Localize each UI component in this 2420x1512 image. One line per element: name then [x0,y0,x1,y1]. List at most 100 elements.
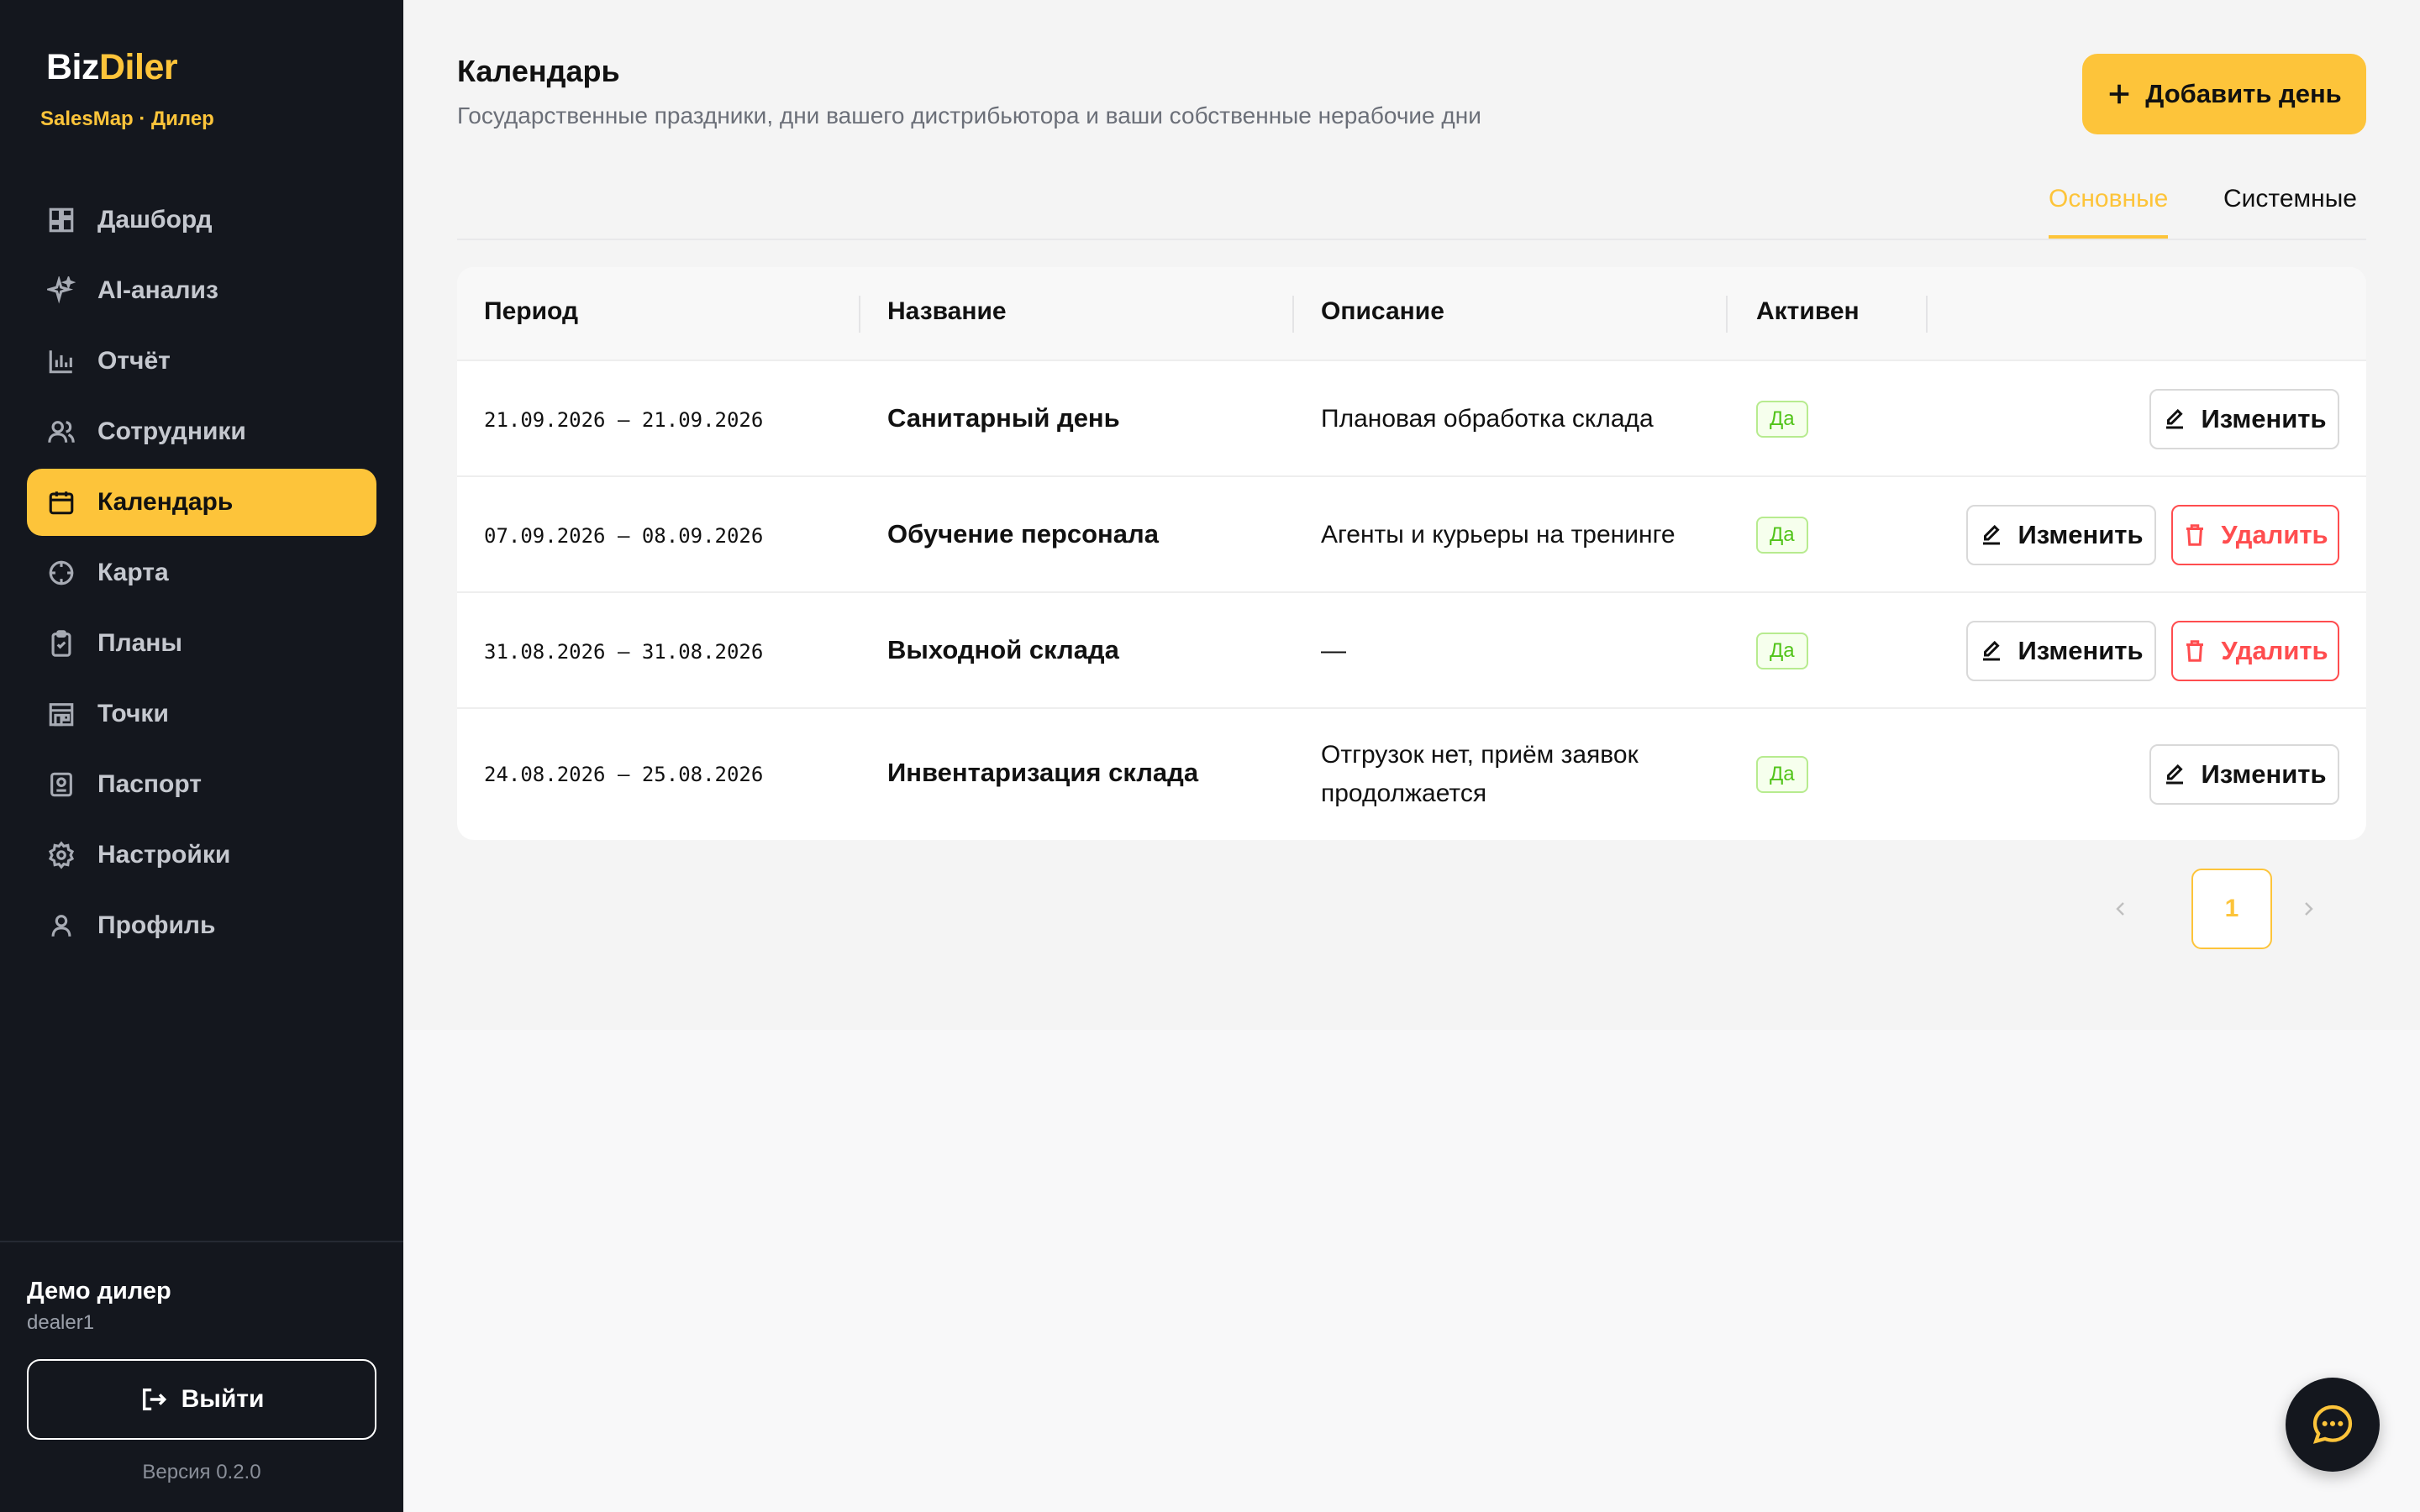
table-row: 07.09.2026 — 08.09.2026 Обучение персона… [457,477,2366,593]
pencil-icon [2166,408,2184,429]
column-header-description[interactable]: Описание [1321,297,1444,326]
trash-icon [2186,524,2204,546]
app-version: Версия 0.2.0 [142,1461,261,1483]
bar-chart-icon [47,347,76,375]
sidebar: BizDiler SalesMap · Дилер Дашборд AI-ана… [0,0,403,1512]
edit-button[interactable]: Изменить [2149,389,2339,449]
tab-main[interactable]: Основные [2049,185,2169,239]
user-name: Демо дилер [27,1278,171,1305]
trash-icon [2186,640,2204,662]
sidebar-footer: Демо дилер dealer1 Выйти Версия 0.2.0 [0,1241,403,1512]
sparkle-icon [47,276,76,305]
cell-name: Обучение персонала [887,519,1159,549]
column-divider [859,296,860,333]
status-badge: Да [1756,401,1808,438]
pencil-icon [1983,524,2001,545]
pagination-next-button[interactable] [2288,889,2328,929]
delete-button[interactable]: Удалить [2171,505,2339,565]
cell-description: — [1321,637,1346,664]
sidebar-item-settings[interactable]: Настройки [27,822,376,889]
delete-label: Удалить [2221,520,2328,549]
table-row: 24.08.2026 — 25.08.2026 Инвентаризация с… [457,709,2366,840]
pagination: 1 [2084,869,2366,949]
sidebar-item-label: Календарь [97,488,234,516]
sidebar-item-plans[interactable]: Планы [27,610,376,677]
add-day-button[interactable]: Добавить день [2082,54,2366,134]
edit-label: Изменить [2018,636,2144,665]
column-header-name[interactable]: Название [887,297,1007,326]
brand-logo[interactable]: BizDiler [46,47,178,88]
sidebar-item-label: Профиль [97,911,216,939]
sidebar-item-label: Карта [97,559,169,586]
user-login: dealer1 [27,1311,95,1334]
edit-button[interactable]: Изменить [1966,505,2156,565]
store-icon [47,700,76,728]
cell-period: 24.08.2026 — 25.08.2026 [484,763,764,786]
cell-description: Плановая обработка склада [1321,405,1654,433]
column-divider [1726,296,1728,333]
edit-label: Изменить [2201,404,2327,433]
sidebar-item-points[interactable]: Точки [27,680,376,748]
table-header: Период Название Описание Активен [457,267,2366,361]
brand-subtitle: SalesMap · Дилер [40,108,214,130]
delete-button[interactable]: Удалить [2171,621,2339,681]
chat-button[interactable] [2286,1378,2380,1472]
passport-icon [47,770,76,799]
sidebar-item-label: Отчёт [97,347,171,375]
table-row: 21.09.2026 — 21.09.2026 Санитарный день … [457,361,2366,477]
sidebar-item-profile[interactable]: Профиль [27,892,376,959]
column-header-period[interactable]: Период [484,297,578,326]
table-row: 31.08.2026 — 31.08.2026 Выходной склада … [457,593,2366,709]
pencil-icon [2166,764,2184,785]
edit-button[interactable]: Изменить [2149,744,2339,805]
logout-button[interactable]: Выйти [27,1359,376,1440]
sidebar-item-label: AI-анализ [97,276,218,304]
sidebar-item-report[interactable]: Отчёт [27,328,376,395]
sidebar-item-employees[interactable]: Сотрудники [27,398,376,465]
status-badge: Да [1756,633,1808,669]
sidebar-item-map[interactable]: Карта [27,539,376,606]
cell-period: 31.08.2026 — 31.08.2026 [484,640,764,664]
tabs: Основные Системные [457,168,2366,240]
sidebar-item-label: Настройки [97,841,231,869]
pagination-page-current[interactable]: 1 [2191,869,2272,949]
chat-bubble-icon [2312,1404,2353,1444]
chevron-left-icon [2116,902,2124,916]
delete-label: Удалить [2221,636,2328,665]
add-day-label: Добавить день [2145,79,2342,108]
cell-name: Санитарный день [887,403,1120,433]
edit-button[interactable]: Изменить [1966,621,2156,681]
status-badge: Да [1756,756,1808,793]
page-title: Календарь [457,54,620,88]
plus-icon [2110,84,2129,104]
cell-period: 07.09.2026 — 08.09.2026 [484,524,764,548]
status-badge: Да [1756,517,1808,554]
chevron-right-icon [2305,902,2313,916]
sidebar-item-label: Планы [97,629,183,657]
calendar-icon [47,488,76,517]
pencil-icon [1983,640,2001,661]
sidebar-item-calendar[interactable]: Календарь [27,469,376,536]
pagination-prev-button[interactable] [2101,889,2141,929]
brand-part-2: Diler [99,47,178,87]
sidebar-item-dashboard[interactable]: Дашборд [27,186,376,254]
cell-description: Агенты и курьеры на тренинге [1321,521,1676,549]
calendar-table: Период Название Описание Активен 21.09.2… [457,267,2366,840]
sidebar-item-label: Точки [97,700,169,727]
cell-name: Инвентаризация склада [887,758,1199,787]
gear-icon [47,841,76,869]
sidebar-item-passport[interactable]: Паспорт [27,751,376,818]
map-target-icon [47,559,76,587]
sidebar-nav: Дашборд AI-анализ Отчёт Сотрудники Кален… [27,186,376,963]
logout-icon [142,1388,166,1411]
tab-system[interactable]: Системные [2223,185,2357,239]
main-content: Календарь Государственные праздники, дни… [403,0,2420,1030]
column-header-active[interactable]: Активен [1756,297,1860,326]
sidebar-item-label: Сотрудники [97,417,246,445]
user-icon [47,911,76,940]
users-icon [47,417,76,446]
brand-part-1: Biz [46,47,100,87]
sidebar-item-ai-analysis[interactable]: AI-анализ [27,257,376,324]
sidebar-item-label: Дашборд [97,206,213,234]
column-divider [1292,296,1294,333]
